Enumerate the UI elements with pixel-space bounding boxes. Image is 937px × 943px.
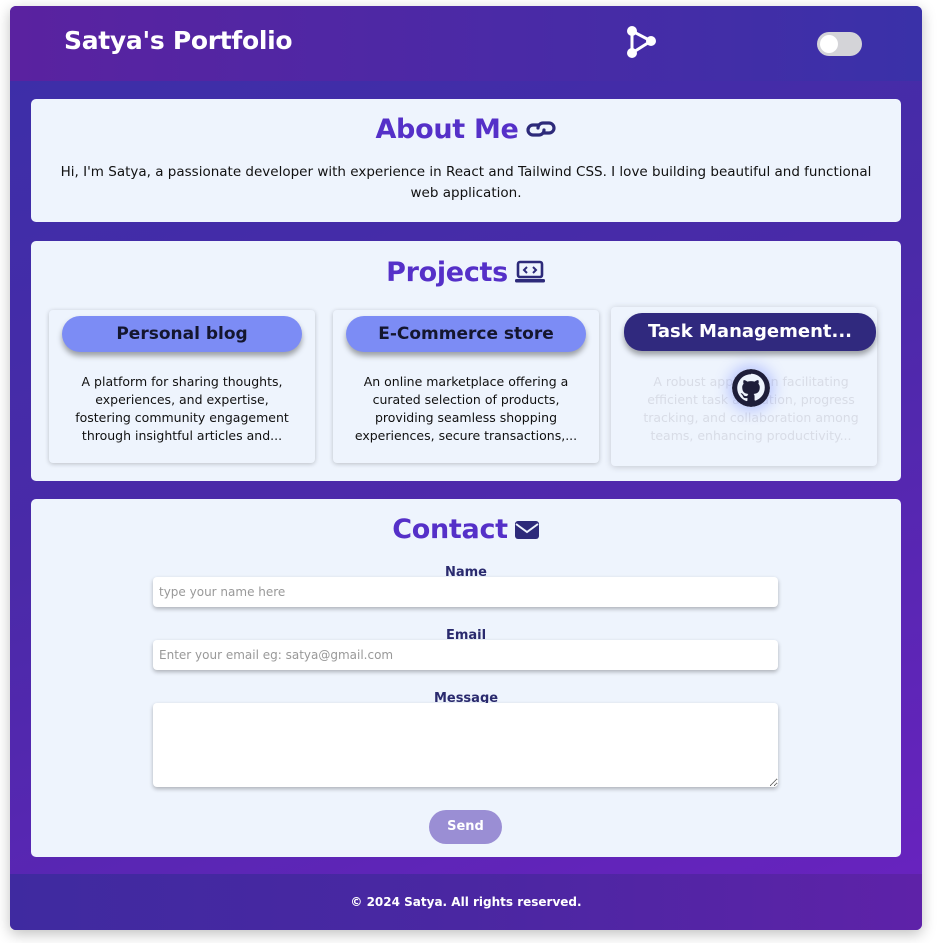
theme-toggle[interactable] [817,32,862,56]
project-description: A platform for sharing thoughts, experie… [75,374,289,443]
project-title[interactable]: Task Management... [624,313,876,351]
send-button[interactable]: Send [429,810,502,844]
project-card-hovered[interactable]: Task Management... A robust application … [611,307,877,466]
email-input[interactable] [153,640,778,670]
github-icon[interactable] [732,369,770,407]
contact-title: Contact [31,514,901,545]
footer: © 2024 Satya. All rights reserved. [10,874,922,930]
share-nodes-icon[interactable] [624,24,658,60]
project-card[interactable]: Personal blog A platform for sharing tho… [49,310,315,463]
app-window: Satya's Portfolio About Me Hi, I'm Satya… [10,6,922,930]
laptop-code-icon [514,260,545,283]
envelope-icon [514,521,539,539]
project-description: An online marketplace offering a curated… [354,374,578,443]
project-title[interactable]: E-Commerce store [346,316,586,352]
contact-title-text: Contact [392,514,508,545]
projects-title-text: Projects [386,257,508,288]
about-title: About Me [31,114,901,145]
message-textarea[interactable] [153,703,778,787]
about-section: About Me Hi, I'm Satya, a passionate dev… [31,99,901,222]
about-title-text: About Me [375,114,519,145]
projects-title: Projects [31,257,901,288]
brand-title[interactable]: Satya's Portfolio [64,26,293,55]
projects-section: Projects Personal blog A platform for sh… [31,241,901,481]
project-title[interactable]: Personal blog [62,316,302,352]
name-input[interactable] [153,577,778,607]
link-icon [526,121,556,137]
project-card[interactable]: E-Commerce store An online marketplace o… [333,310,599,463]
about-text: Hi, I'm Satya, a passionate developer wi… [60,164,872,201]
header: Satya's Portfolio [10,6,922,81]
toggle-knob [820,35,838,53]
contact-section: Contact Name Email Message Send [31,499,901,857]
